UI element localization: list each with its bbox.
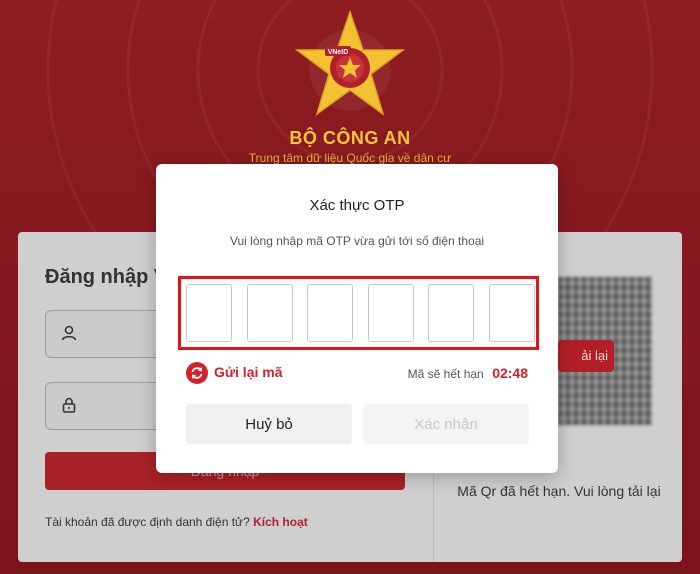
resend-code-label: Gửi lại mã [214, 364, 283, 380]
otp-modal-title: Xác thực OTP [309, 197, 405, 214]
agency-title: BỘ CÔNG AN [289, 128, 411, 148]
qr-expired-message: Mã Qr đã hết hạn. Vui lòng tải lại [457, 483, 661, 499]
otp-highlight-frame [178, 276, 539, 350]
confirm-button[interactable]: Xác nhận [363, 404, 529, 444]
lock-icon [62, 397, 76, 413]
user-icon [61, 325, 77, 341]
vneid-star-logo: VNeID [295, 10, 405, 116]
otp-digit-input-2[interactable] [247, 284, 293, 342]
qr-reload-button[interactable]: ải lại [558, 340, 614, 372]
agency-subtitle: Trung tâm dữ liệu Quốc gia về dân cư [248, 151, 452, 165]
login-heading: Đăng nhập V [45, 266, 168, 288]
svg-text:VNeID: VNeID [328, 49, 349, 56]
otp-modal: Xác thực OTP Vui lòng nhập mã OTP vừa gử… [156, 164, 558, 473]
otp-digit-input-4[interactable] [368, 284, 414, 342]
otp-expiry: Mã sẽ hết hạn 02:48 [408, 365, 528, 383]
cancel-button[interactable]: Huỷ bỏ [186, 404, 352, 444]
otp-digit-input-5[interactable] [428, 284, 474, 342]
login-footer-text: Tài khoản đã được định danh điện tử? [45, 515, 250, 529]
expiry-countdown: 02:48 [492, 365, 528, 381]
expiry-label: Mã sẽ hết hạn [407, 367, 484, 381]
otp-modal-description: Vui lòng nhập mã OTP vừa gửi tới số điện… [229, 234, 485, 248]
login-footer: Tài khoản đã được định danh điện tử? Kíc… [45, 515, 308, 529]
activate-link[interactable]: Kích hoạt [253, 515, 308, 529]
otp-digit-input-6[interactable] [489, 284, 535, 342]
refresh-icon [186, 362, 208, 384]
otp-digit-input-1[interactable] [186, 284, 232, 342]
otp-digit-input-3[interactable] [307, 284, 353, 342]
